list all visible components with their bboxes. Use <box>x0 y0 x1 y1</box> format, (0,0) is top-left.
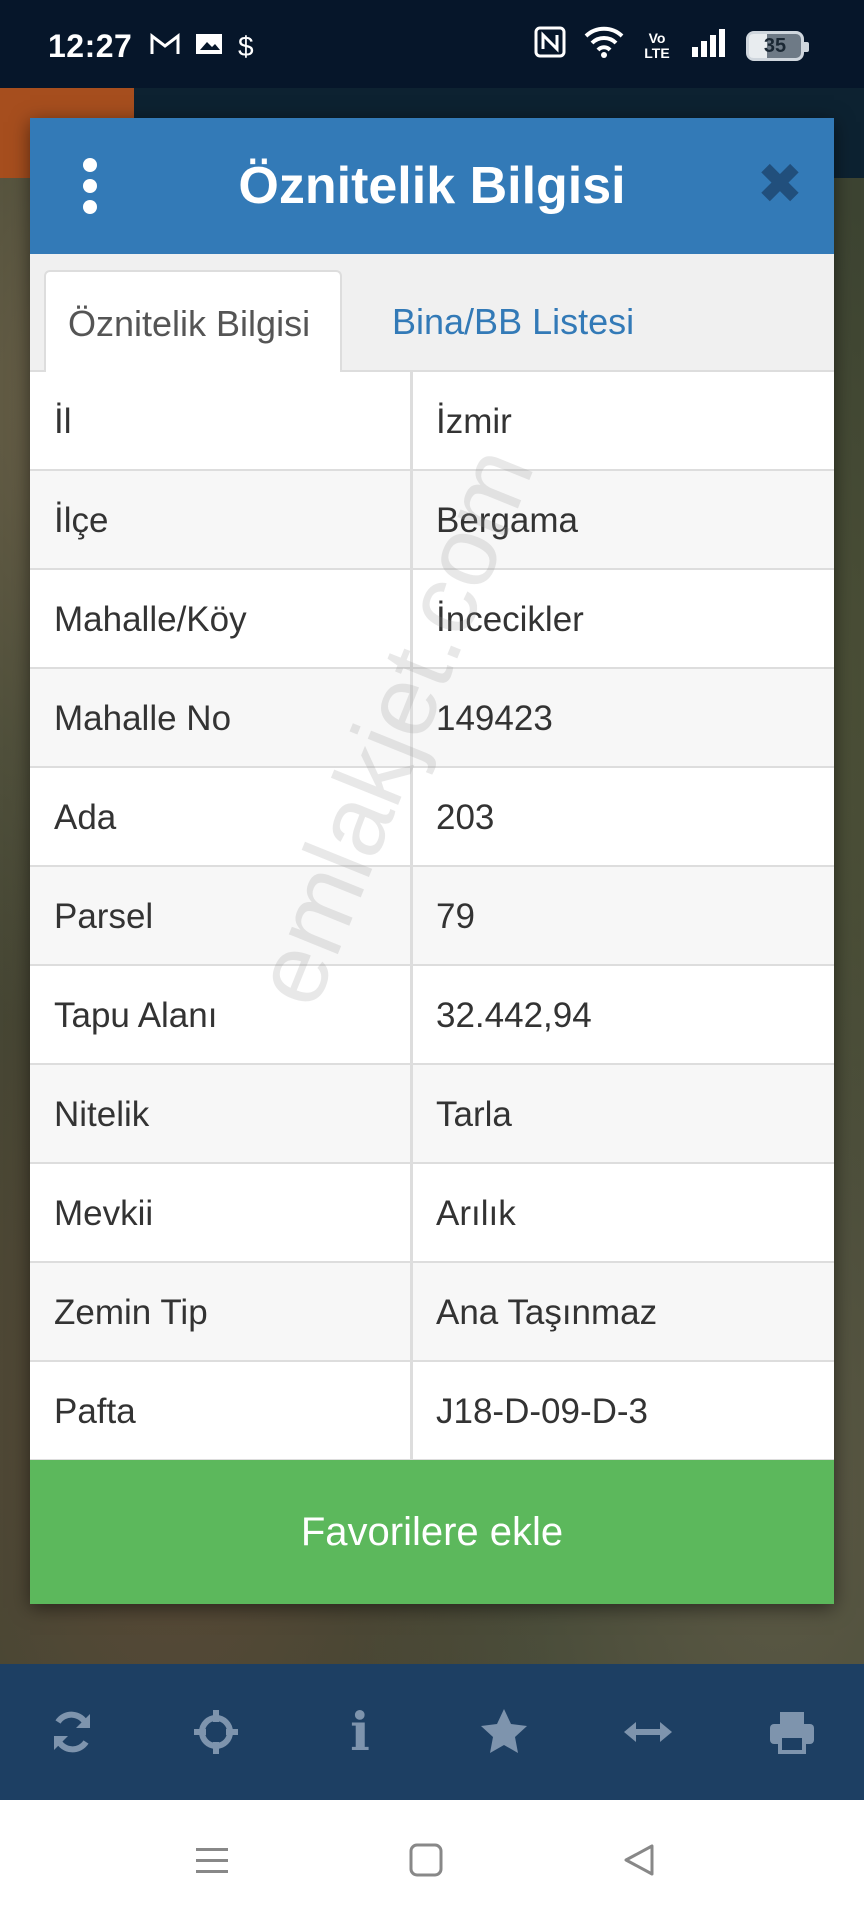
column-divider <box>410 768 413 867</box>
dollar-icon: $ <box>238 30 254 62</box>
column-divider <box>410 1164 413 1263</box>
signal-icon <box>690 27 728 64</box>
attribute-info-modal: Öznitelik Bilgisi ✖ Öznitelik Bilgisi Bi… <box>30 118 834 1604</box>
attribute-value: J18-D-09-D-3 <box>436 1392 648 1431</box>
back-icon[interactable] <box>610 1830 670 1890</box>
info-icon[interactable]: i <box>320 1692 400 1772</box>
star-icon[interactable] <box>464 1692 544 1772</box>
refresh-icon[interactable] <box>32 1692 112 1772</box>
attribute-value: Bergama <box>436 501 579 540</box>
attribute-table: İl İzmir İlçe Bergama Mahalle/Köy İncecikler M… <box>30 372 834 1461</box>
print-icon[interactable] <box>752 1692 832 1772</box>
table-row: Zemin Tip Ana Taşınmaz <box>30 1263 834 1362</box>
attribute-key: İl <box>54 402 72 441</box>
attribute-key: Mahalle/Köy <box>54 600 247 639</box>
table-row: Mahalle No 149423 <box>30 669 834 768</box>
status-bar: 12:27 $ Vo LTE 35 <box>0 0 864 88</box>
system-nav-bar <box>0 1800 864 1920</box>
notification-icons: $ <box>150 30 254 63</box>
attribute-key: İlçe <box>54 501 109 540</box>
dot <box>83 158 97 172</box>
arrows-horizontal-icon[interactable] <box>608 1692 688 1772</box>
table-row: Tapu Alanı 32.442,94 <box>30 966 834 1065</box>
tab-building-list[interactable]: Bina/BB Listesi <box>370 270 656 372</box>
attribute-key: Pafta <box>54 1392 136 1431</box>
attribute-key: Mahalle No <box>54 699 232 738</box>
column-divider <box>410 570 413 669</box>
system-icons: Vo LTE 35 <box>534 26 809 65</box>
table-row: İl İzmir <box>30 372 834 471</box>
nfc-icon <box>534 26 566 65</box>
add-to-favorites-button[interactable]: Favorilere ekle <box>30 1460 834 1604</box>
attribute-value: Ana Taşınmaz <box>436 1293 658 1332</box>
table-row: Ada 203 <box>30 768 834 867</box>
attribute-key: Nitelik <box>54 1095 150 1134</box>
attribute-key: Tapu Alanı <box>54 996 218 1035</box>
column-divider <box>410 1362 413 1461</box>
modal-title: Öznitelik Bilgisi <box>238 157 626 215</box>
table-row: Mevkii Arılık <box>30 1164 834 1263</box>
column-divider <box>410 867 413 966</box>
more-options-icon[interactable] <box>82 158 98 214</box>
table-row: Nitelik Tarla <box>30 1065 834 1164</box>
modal-header: Öznitelik Bilgisi ✖ <box>30 118 834 254</box>
attribute-value: İzmir <box>436 402 512 441</box>
table-row: Pafta J18-D-09-D-3 <box>30 1362 834 1461</box>
dot <box>83 179 97 193</box>
tab-bar: Öznitelik Bilgisi Bina/BB Listesi <box>30 254 834 372</box>
column-divider <box>410 966 413 1065</box>
home-icon[interactable] <box>396 1830 456 1890</box>
battery-level: 35 <box>763 34 787 57</box>
status-time: 12:27 <box>48 28 133 64</box>
column-divider <box>410 471 413 570</box>
column-divider <box>410 372 413 471</box>
wifi-icon <box>584 26 624 65</box>
table-row: İlçe Bergama <box>30 471 834 570</box>
attribute-value: 79 <box>436 897 475 936</box>
attribute-value: 149423 <box>436 699 553 738</box>
recent-apps-icon[interactable] <box>182 1830 242 1890</box>
table-row: Parsel 79 <box>30 867 834 966</box>
attribute-value: 203 <box>436 798 495 837</box>
crosshair-icon[interactable] <box>176 1692 256 1772</box>
table-row: Mahalle/Köy İncecikler <box>30 570 834 669</box>
gmail-icon <box>150 31 180 63</box>
column-divider <box>410 1065 413 1164</box>
close-icon[interactable]: ✖ <box>756 156 804 212</box>
gallery-icon <box>194 30 224 63</box>
attribute-key: Ada <box>54 798 117 837</box>
bottom-toolbar: i <box>0 1664 864 1800</box>
attribute-value: Arılık <box>436 1194 516 1233</box>
column-divider <box>410 669 413 768</box>
attribute-value: İncecikler <box>436 600 584 639</box>
attribute-value: Tarla <box>436 1095 512 1134</box>
attribute-key: Parsel <box>54 897 154 936</box>
attribute-value: 32.442,94 <box>436 996 592 1035</box>
dot <box>83 200 97 214</box>
column-divider <box>410 1263 413 1362</box>
attribute-key: Zemin Tip <box>54 1293 208 1332</box>
attribute-key: Mevkii <box>54 1194 154 1233</box>
volte-label: Vo LTE <box>644 29 670 61</box>
tab-attribute-info[interactable]: Öznitelik Bilgisi <box>44 270 342 372</box>
battery-icon: 35 <box>746 30 809 61</box>
